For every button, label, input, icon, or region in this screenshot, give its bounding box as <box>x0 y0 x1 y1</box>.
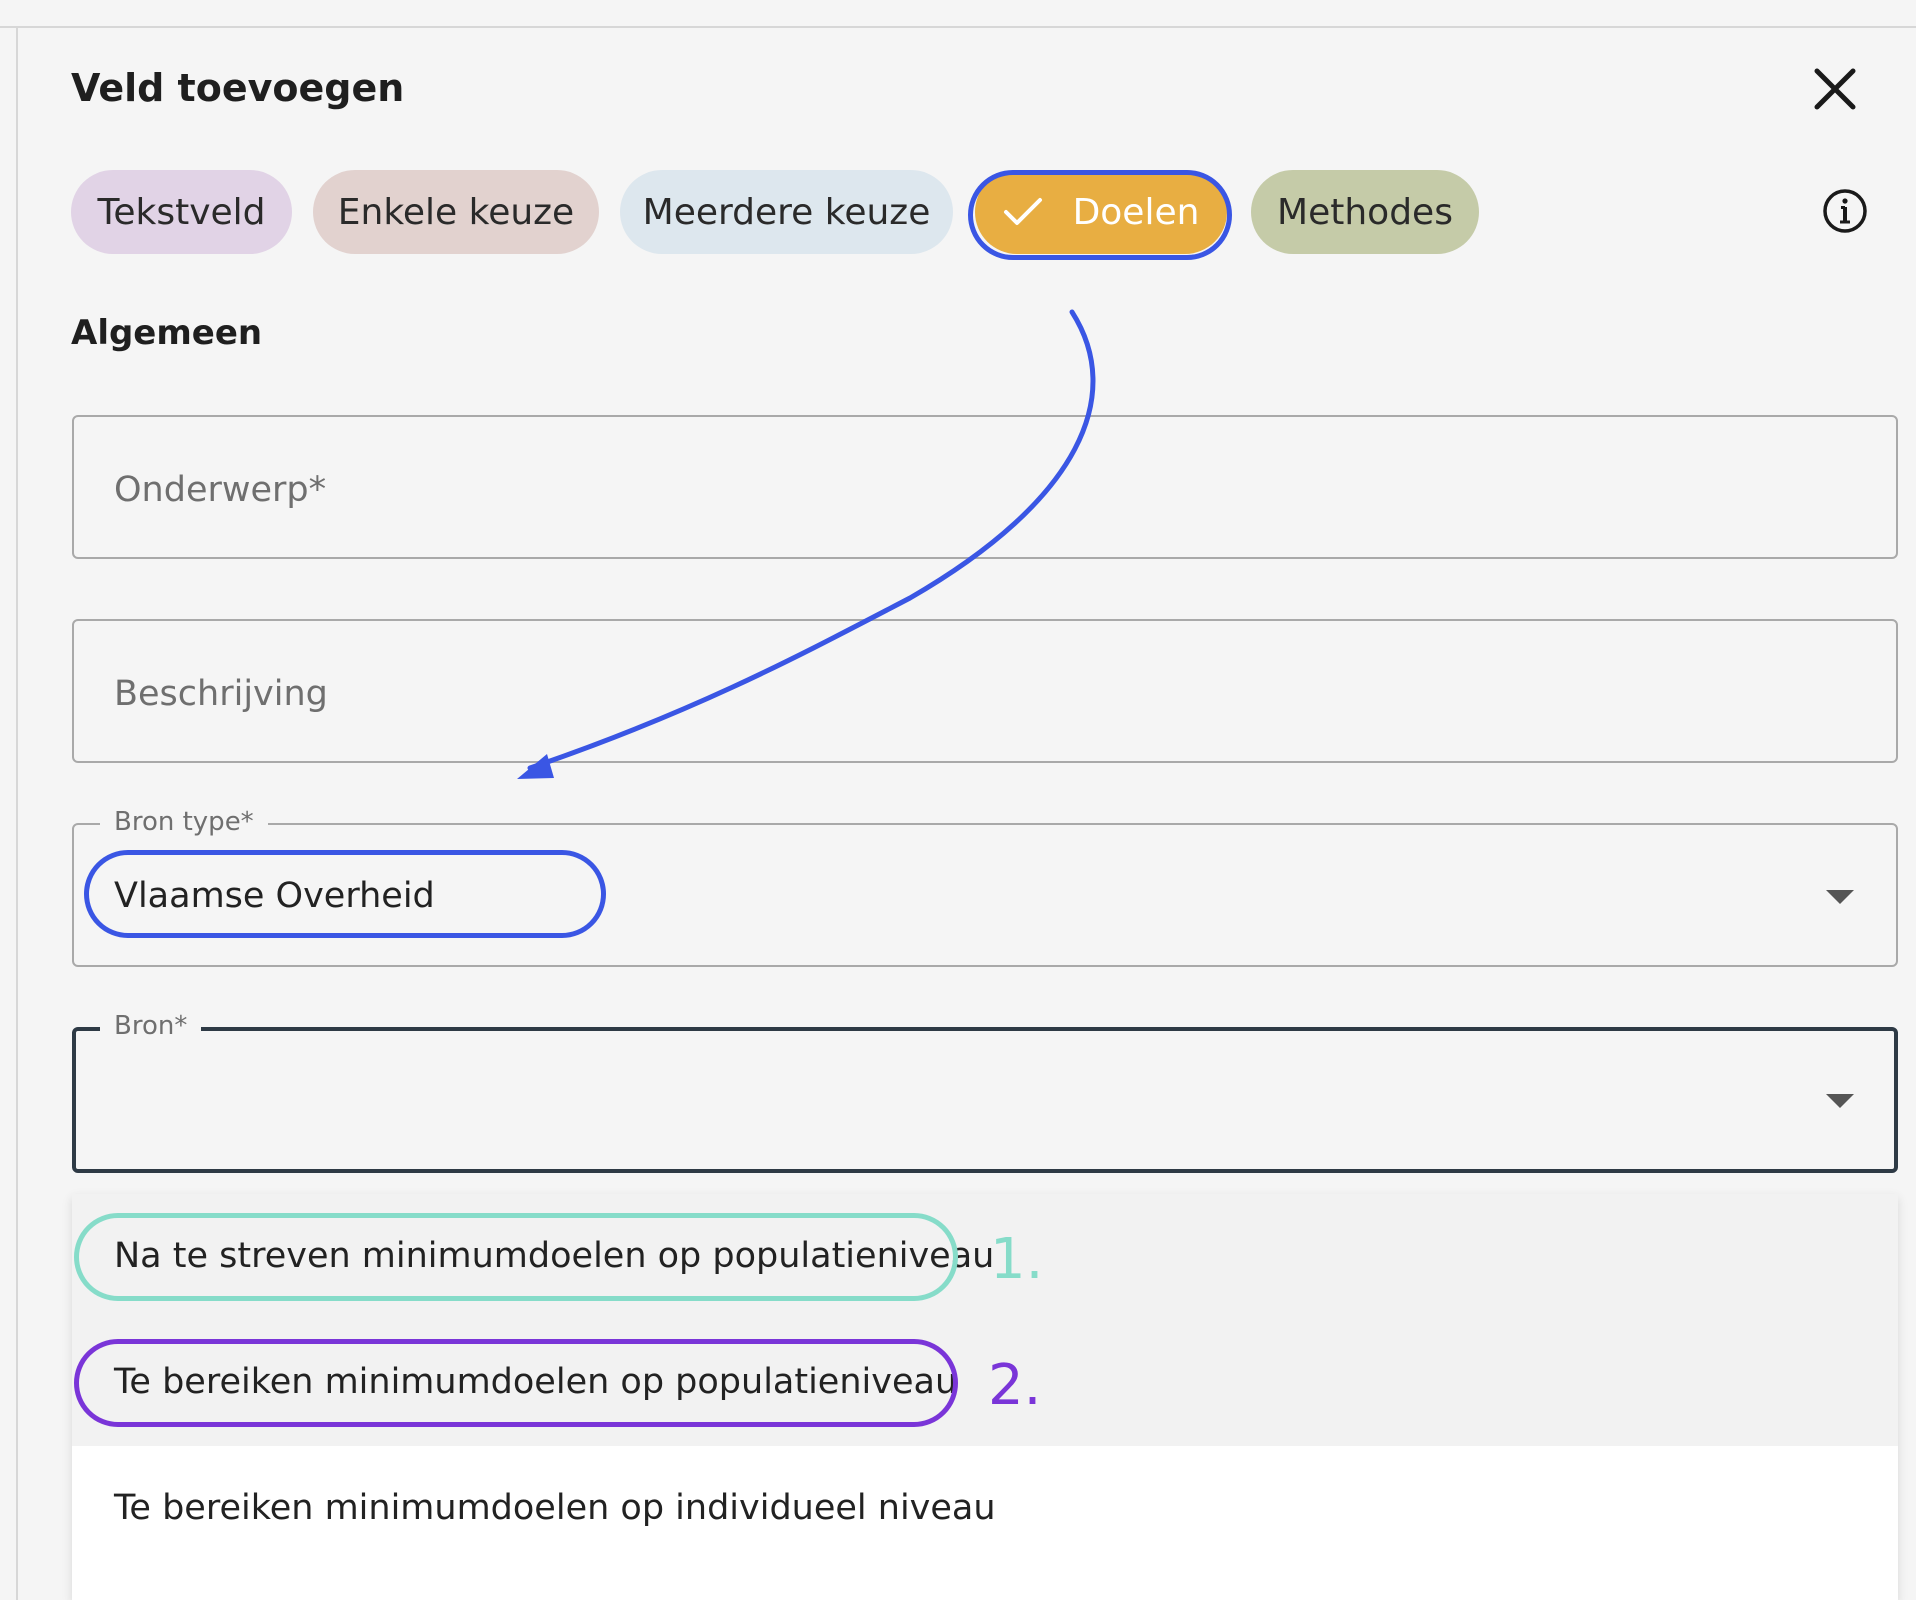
chip-enkele-keuze[interactable]: Enkele keuze <box>313 170 599 254</box>
chip-meerdere-keuze[interactable]: Meerdere keuze <box>620 170 953 254</box>
onderwerp-field[interactable] <box>72 415 1898 559</box>
info-icon[interactable] <box>1822 188 1868 234</box>
chip-label: Methodes <box>1277 191 1453 233</box>
bron-select[interactable] <box>72 1027 1898 1173</box>
left-border <box>16 26 18 1600</box>
annotation-number-1: 1. <box>990 1227 1044 1292</box>
option-label: Te bereiken minimumdoelen op individueel… <box>114 1488 996 1528</box>
bron-type-label: Bron type* <box>100 807 268 837</box>
onderwerp-placeholder: Onderwerp* <box>114 470 327 510</box>
bron-type-value: Vlaamse Overheid <box>114 876 435 916</box>
bron-label: Bron* <box>100 1011 202 1041</box>
chip-doelen[interactable]: Doelen <box>975 170 1227 254</box>
beschrijving-field[interactable] <box>72 619 1898 763</box>
annotation-number-2: 2. <box>988 1353 1042 1418</box>
section-heading: Algemeen <box>71 313 263 353</box>
dropdown-option[interactable]: Te bereiken minimumdoelen op individueel… <box>72 1446 1898 1572</box>
chip-methodes[interactable]: Methodes <box>1251 170 1479 254</box>
beschrijving-placeholder: Beschrijving <box>114 674 328 714</box>
option-label: Te bereiken minimumdoelen op populatieni… <box>114 1362 958 1402</box>
chip-label: Enkele keuze <box>337 191 575 233</box>
dialog-title: Veld toevoegen <box>71 66 405 110</box>
bron-dropdown-menu: Na te streven minimumdoelen op populatie… <box>72 1194 1898 1600</box>
top-border <box>0 0 1916 28</box>
chip-label: Meerdere keuze <box>642 191 931 233</box>
chevron-down-icon[interactable] <box>1826 1094 1854 1108</box>
option-label: Na te streven minimumdoelen op populatie… <box>114 1236 995 1276</box>
chip-label: Tekstveld <box>97 191 266 233</box>
chevron-down-icon[interactable] <box>1826 890 1854 904</box>
close-icon[interactable] <box>1810 64 1860 114</box>
check-icon <box>1003 197 1043 227</box>
chip-tekstveld[interactable]: Tekstveld <box>71 170 292 254</box>
dropdown-option[interactable]: Na te streven minimumdoelen op populatie… <box>72 1194 1898 1320</box>
chip-label: Doelen <box>1072 191 1200 233</box>
dropdown-option[interactable]: Te bereiken minimumdoelen op populatieni… <box>72 1320 1898 1446</box>
